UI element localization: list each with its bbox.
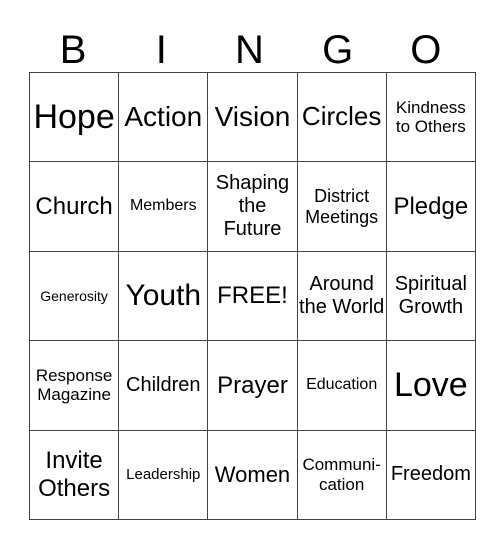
bingo-cell[interactable]: Around the World (296, 250, 387, 342)
bingo-cell[interactable]: Spiritual Growth (385, 250, 476, 342)
bingo-cell[interactable]: Response Magazine (28, 340, 120, 431)
bingo-cell[interactable]: Children (118, 340, 209, 431)
bingo-cell[interactable]: Prayer (207, 340, 298, 431)
free-space[interactable]: FREE! (207, 250, 298, 342)
bingo-cell[interactable]: Church (28, 161, 120, 252)
bingo-row: Invite Others Leadership Women Communi-c… (28, 429, 476, 520)
bingo-row: Church Members Shaping the Future Distri… (28, 161, 476, 252)
header-letter-n: N (235, 28, 264, 72)
bingo-cell[interactable]: Women (207, 429, 298, 520)
header-letter-o: O (410, 28, 442, 72)
bingo-cell[interactable]: Education (296, 340, 387, 431)
bingo-cell[interactable]: Communi-cation (296, 429, 387, 520)
header-letter-i: I (155, 28, 167, 72)
header-letter-g: G (322, 28, 354, 72)
bingo-cell[interactable]: Shaping the Future (207, 161, 298, 252)
header-letter-b: B (59, 28, 87, 72)
bingo-row: Generosity Youth FREE! Around the World … (28, 250, 476, 342)
bingo-header: B I N G O (29, 28, 470, 72)
bingo-card: Hope Action Vision Circles Kindness to O… (28, 71, 476, 520)
bingo-cell[interactable]: Freedom (385, 429, 476, 520)
bingo-cell[interactable]: Vision (207, 71, 298, 163)
bingo-cell[interactable]: Members (118, 161, 209, 252)
bingo-cell[interactable]: Pledge (385, 161, 476, 252)
bingo-cell[interactable]: Invite Others (28, 429, 120, 520)
bingo-cell[interactable]: Circles (296, 71, 387, 163)
bingo-cell[interactable]: Hope (28, 71, 120, 163)
bingo-row: Hope Action Vision Circles Kindness to O… (28, 71, 476, 163)
bingo-cell[interactable]: Leadership (118, 429, 209, 520)
bingo-row: Response Magazine Children Prayer Educat… (28, 340, 476, 431)
bingo-cell[interactable]: District Meetings (296, 161, 387, 252)
bingo-cell[interactable]: Youth (118, 250, 209, 342)
bingo-cell[interactable]: Love (385, 340, 476, 431)
bingo-cell[interactable]: Action (118, 71, 209, 163)
bingo-cell[interactable]: Generosity (28, 250, 120, 342)
bingo-cell[interactable]: Kindness to Others (385, 71, 476, 163)
